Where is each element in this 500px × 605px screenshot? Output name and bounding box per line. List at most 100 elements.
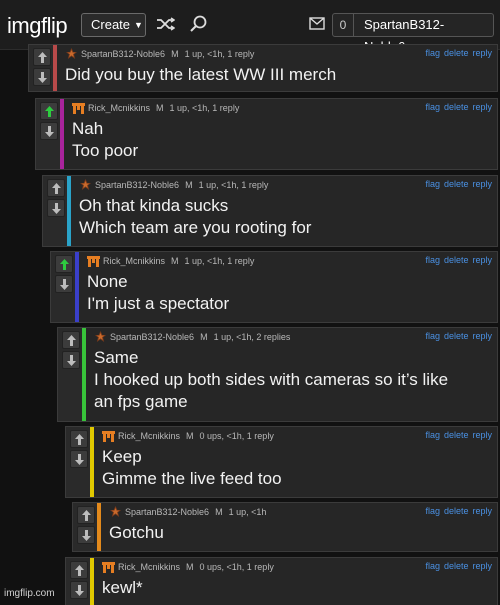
comment-username[interactable]: SpartanB312-Noble6 [125, 507, 209, 517]
downvote-button[interactable] [40, 122, 58, 140]
flag-link[interactable]: flag [425, 331, 440, 341]
comment-actions: flag delete reply [421, 331, 492, 341]
downvote-button[interactable] [33, 68, 51, 86]
user-menu-button[interactable]: SpartanB312-Noble6▼ [354, 13, 494, 54]
upvote-button[interactable] [70, 561, 88, 579]
comment-meta: SpartanB312-Noble6 M 1 up, <1h [109, 506, 266, 520]
comment-text-line: Gotchu [109, 523, 164, 542]
reply-link[interactable]: reply [472, 430, 492, 440]
delete-link[interactable]: delete [444, 430, 469, 440]
mail-icon[interactable] [309, 17, 325, 35]
reply-link[interactable]: reply [472, 48, 492, 58]
delete-link[interactable]: delete [444, 102, 469, 112]
mod-badge: M [215, 507, 223, 517]
comment-text-line: Oh that kinda sucks [79, 196, 229, 215]
rick-avatar-icon[interactable] [102, 430, 115, 444]
flag-link[interactable]: flag [425, 506, 440, 516]
comment-meta: Rick_Mcnikkins M 1 up, <1h, 1 reply [72, 102, 239, 116]
comment-text-line: Nah [72, 119, 104, 138]
reply-link[interactable]: reply [472, 255, 492, 265]
downvote-button[interactable] [70, 450, 88, 468]
comment: Rick_Mcnikkins M 1 up, <1h, 1 reply flag de… [35, 98, 498, 170]
comment-username[interactable]: Rick_Mcnikkins [88, 103, 150, 113]
comment-text-line: I hooked up both sides with cameras so i… [94, 370, 449, 389]
comment: Rick_Mcnikkins M 0 ups, <1h, 1 reply flag d… [65, 557, 498, 605]
reply-link[interactable]: reply [472, 561, 492, 571]
comment-stats: 1 up, <1h, 1 reply [169, 103, 240, 113]
comment-meta: SpartanB312-Noble6 M 1 up, <1h, 1 reply [79, 179, 268, 193]
spartan-avatar-icon[interactable] [79, 179, 92, 193]
reply-link[interactable]: reply [472, 331, 492, 341]
upvote-button[interactable] [62, 331, 80, 349]
comment-stats: 1 up, <1h, 2 replies [213, 332, 291, 342]
comment-actions: flag delete reply [421, 179, 492, 189]
delete-link[interactable]: delete [444, 179, 469, 189]
imgflip-logo[interactable]: imgflip [7, 13, 68, 39]
flag-link[interactable]: flag [425, 102, 440, 112]
comment-meta: SpartanB312-Noble6 M 1 up, <1h, 1 reply [65, 48, 254, 62]
comment-text: Same I hooked up both sides with cameras … [94, 347, 491, 413]
upvote-button[interactable] [77, 506, 95, 524]
comment-text: Gotchu [109, 522, 491, 544]
downvote-button[interactable] [47, 199, 65, 217]
comment-username[interactable]: SpartanB312-Noble6 [95, 180, 179, 190]
rick-avatar-icon[interactable] [87, 255, 100, 269]
comment: SpartanB312-Noble6 M 1 up, <1h, 1 reply fl… [42, 175, 498, 247]
comment: Rick_Mcnikkins M 0 ups, <1h, 1 reply flag d… [65, 426, 498, 498]
upvote-button[interactable] [70, 430, 88, 448]
comment-stats: 0 ups, <1h, 1 reply [199, 431, 274, 441]
downvote-button[interactable] [55, 275, 73, 293]
flag-link[interactable]: flag [425, 255, 440, 265]
mod-badge: M [171, 256, 179, 266]
upvote-button[interactable] [33, 48, 51, 66]
delete-link[interactable]: delete [444, 561, 469, 571]
comment: Rick_Mcnikkins M 1 up, <1h, 1 reply flag de… [50, 251, 498, 323]
flag-link[interactable]: flag [425, 48, 440, 58]
top-navbar: imgflip Create▼ 0 SpartanB312-Noble6▼ [0, 0, 500, 54]
comment: SpartanB312-Noble6 M 1 up, <1h flag delete r… [72, 502, 498, 552]
comment-text-line: Gimme the live feed too [102, 469, 282, 488]
comment-username[interactable]: Rick_Mcnikkins [103, 256, 165, 266]
reply-link[interactable]: reply [472, 179, 492, 189]
rick-avatar-icon[interactable] [72, 102, 85, 116]
comment-body: Rick_Mcnikkins M 0 ups, <1h, 1 reply flag d… [90, 427, 497, 497]
comment: SpartanB312-Noble6 M 1 up, <1h, 2 replies … [57, 327, 498, 422]
upvote-button[interactable] [40, 102, 58, 120]
comment-actions: flag delete reply [421, 102, 492, 112]
comment-username[interactable]: SpartanB312-Noble6 [81, 49, 165, 59]
rick-avatar-icon[interactable] [102, 561, 115, 575]
comment-username[interactable]: Rick_Mcnikkins [118, 431, 180, 441]
flag-link[interactable]: flag [425, 430, 440, 440]
downvote-button[interactable] [70, 581, 88, 599]
delete-link[interactable]: delete [444, 331, 469, 341]
upvote-button[interactable] [55, 255, 73, 273]
comment-text-line: an fps game [94, 392, 188, 411]
comment-actions: flag delete reply [421, 561, 492, 571]
spartan-avatar-icon[interactable] [94, 331, 107, 345]
flag-link[interactable]: flag [425, 561, 440, 571]
comment-stats: 1 up, <1h, 1 reply [184, 256, 255, 266]
flag-link[interactable]: flag [425, 179, 440, 189]
delete-link[interactable]: delete [444, 255, 469, 265]
comment-stats: 1 up, <1h [228, 507, 267, 517]
shuffle-icon[interactable] [155, 14, 176, 39]
comment-username[interactable]: Rick_Mcnikkins [118, 562, 180, 572]
comment-username[interactable]: SpartanB312-Noble6 [110, 332, 194, 342]
search-icon[interactable] [189, 14, 209, 39]
downvote-button[interactable] [77, 526, 95, 544]
comment-stats: 1 up, <1h, 1 reply [184, 49, 255, 59]
reply-link[interactable]: reply [472, 506, 492, 516]
delete-link[interactable]: delete [444, 506, 469, 516]
reply-link[interactable]: reply [472, 102, 492, 112]
delete-link[interactable]: delete [444, 48, 469, 58]
comment-text-line: I'm just a spectator [87, 294, 230, 313]
upvote-button[interactable] [47, 179, 65, 197]
comment-text-line: Did you buy the latest WW III merch [65, 65, 337, 84]
comment: SpartanB312-Noble6 M 1 up, <1h, 1 reply fl… [28, 44, 498, 92]
downvote-button[interactable] [62, 351, 80, 369]
notification-count[interactable]: 0 [332, 13, 354, 37]
spartan-avatar-icon[interactable] [65, 48, 78, 62]
spartan-avatar-icon[interactable] [109, 506, 122, 520]
comment-stats: 0 ups, <1h, 1 reply [199, 562, 274, 572]
create-button[interactable]: Create ▼ [81, 13, 146, 37]
